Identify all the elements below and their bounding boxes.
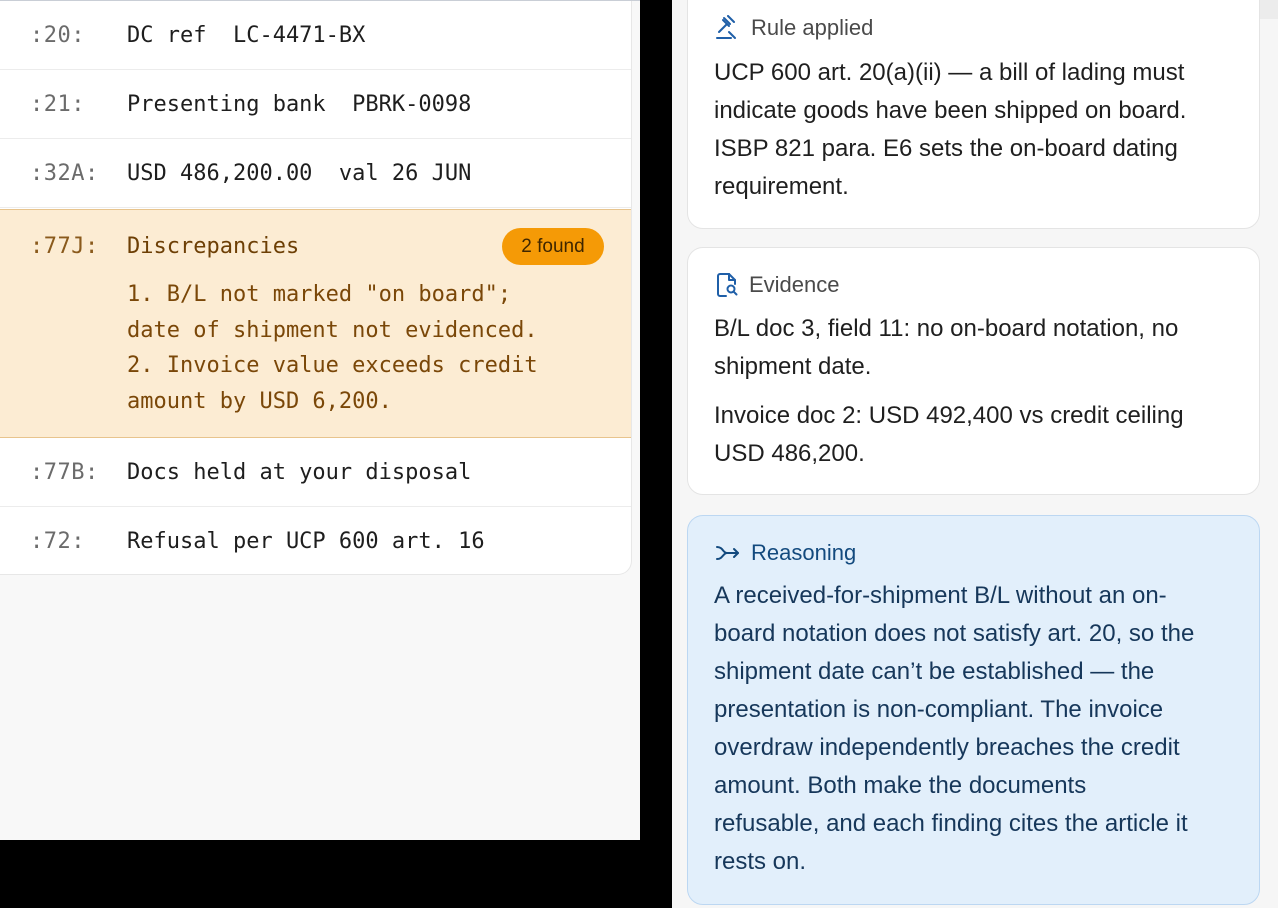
field-row-72: :72: Refusal per UCP 600 art. 16 [0, 507, 631, 574]
evidence-line: B/L doc 3, field 11: no on-board notatio… [714, 315, 1179, 342]
reasoning-line: overdraw independently breaches the cred… [714, 734, 1180, 761]
card-heading: Reasoning [751, 540, 857, 565]
reasoning-line: A received-for-shipment B/L without an o… [714, 582, 1167, 609]
reasoning-line: refusable, and each finding cites the ar… [714, 810, 1188, 837]
evidence-line: Invoice doc 2: USD 492,400 vs credit cei… [714, 402, 1184, 429]
reasoning-line: shipment date can’t be established — the [714, 658, 1155, 685]
field-tag: :32A: [30, 161, 99, 186]
card-header: Reasoning [715, 540, 856, 566]
reasoning-line: amount. Both make the documents [714, 772, 1087, 799]
card-heading: Rule applied [751, 15, 874, 40]
rule-line: indicate goods have been shipped on boar… [714, 97, 1187, 124]
field-row-21: :21: Presenting bank PBRK-0098 [0, 70, 631, 139]
field-value: Presenting bank PBRK-0098 [127, 92, 472, 117]
rule-line: requirement. [714, 173, 849, 200]
evidence-line: USD 486,200. [714, 440, 865, 467]
arrow-chain-icon [715, 543, 741, 563]
evidence-line: shipment date. [714, 353, 872, 380]
field-row-20: :20: DC ref LC-4471-BX [0, 1, 631, 70]
card-heading: Evidence [749, 272, 840, 297]
reasoning-text: A received-for-shipment B/L without an o… [714, 577, 1239, 881]
field-tag: :77B: [30, 460, 99, 485]
field-value: DC ref LC-4471-BX [127, 23, 366, 48]
field-value: Refusal per UCP 600 art. 16 [127, 529, 485, 554]
reasoning-line: presentation is non-compliant. The invoi… [714, 696, 1164, 723]
field-tag: :20: [30, 23, 85, 48]
field-tag: :21: [30, 92, 85, 117]
message-panel: :20: DC ref LC-4471-BX :21: Presenting b… [0, 0, 640, 840]
discrepancy-line: 1. B/L not marked "on board"; [127, 282, 512, 307]
card-header: Rule applied [715, 15, 873, 41]
field-value: USD 486,200.00 val 26 JUN [127, 161, 472, 186]
discrepancy-list: 1. B/L not marked "on board"; date of sh… [127, 277, 538, 419]
field-tag: :77J: [30, 234, 99, 259]
message-fields-card: :20: DC ref LC-4471-BX :21: Presenting b… [0, 1, 632, 575]
explanation-panel: Rule applied UCP 600 art. 20(a)(ii) — a … [672, 0, 1278, 908]
document-search-icon [715, 272, 739, 298]
discrepancy-count-badge: 2 found [502, 228, 604, 265]
discrepancies-title: Discrepancies [127, 234, 300, 259]
field-row-77b: :77B: Docs held at your disposal [0, 438, 631, 507]
field-row-32a: :32A: USD 486,200.00 val 26 JUN [0, 139, 631, 208]
gavel-icon [715, 15, 741, 41]
rule-applied-card: Rule applied UCP 600 art. 20(a)(ii) — a … [687, 0, 1260, 229]
evidence-card: Evidence B/L doc 3, field 11: no on-boar… [687, 247, 1260, 495]
discrepancy-line: date of shipment not evidenced. [127, 317, 538, 343]
reasoning-card: Reasoning A received-for-shipment B/L wi… [687, 515, 1260, 905]
reasoning-line: board notation does not satisfy art. 20,… [714, 620, 1195, 647]
field-tag: :72: [30, 529, 85, 554]
discrepancy-line: amount by USD 6,200. [127, 388, 392, 414]
rule-text: UCP 600 art. 20(a)(ii) — a bill of ladin… [714, 54, 1239, 206]
rule-line: UCP 600 art. 20(a)(ii) — a bill of ladin… [714, 59, 1185, 86]
card-header: Evidence [715, 272, 840, 298]
discrepancy-line: 2. Invoice value exceeds credit [127, 353, 538, 378]
reasoning-line: rests on. [714, 848, 807, 875]
evidence-text: B/L doc 3, field 11: no on-board notatio… [714, 310, 1239, 473]
field-value: Docs held at your disposal [127, 460, 472, 485]
rule-line: ISBP 821 para. E6 sets the on-board dati… [714, 135, 1178, 162]
